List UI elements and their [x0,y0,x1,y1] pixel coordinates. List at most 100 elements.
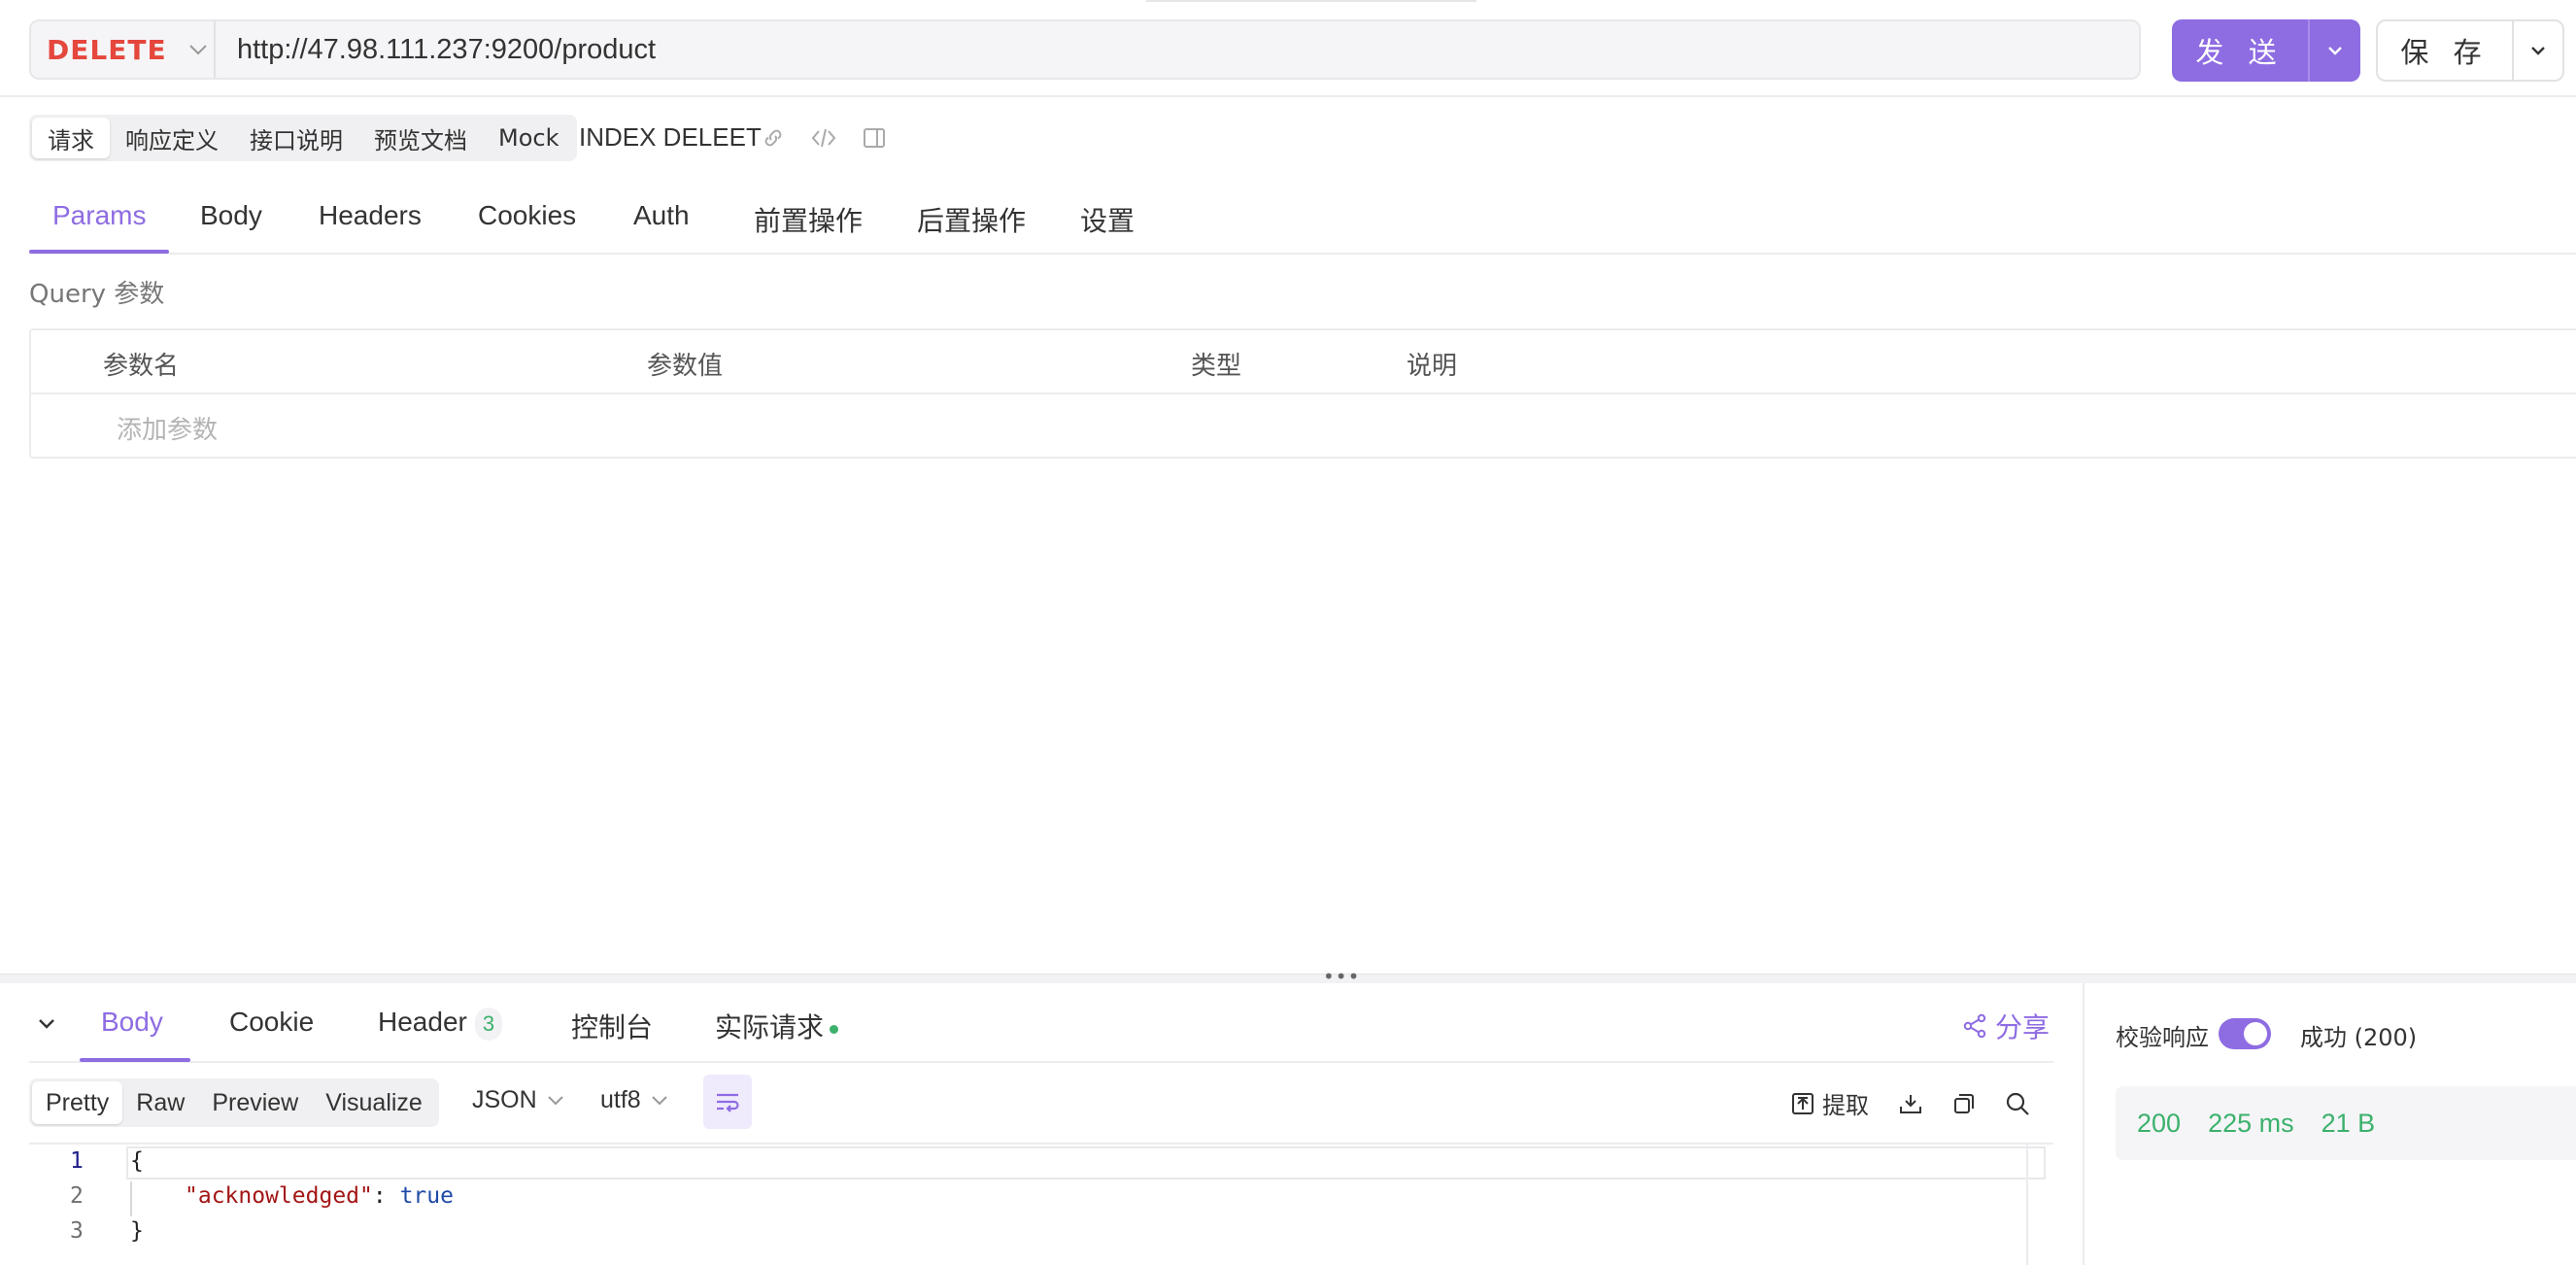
search-icon [2006,1092,2029,1115]
link-icon[interactable] [760,124,787,152]
response-tools: 提取 [1791,1086,2059,1120]
column-param-name: 参数名 [103,352,180,381]
response-time: 225 ms [2208,1108,2294,1138]
view-tab-visualize[interactable]: Visualize [312,1081,436,1124]
table-header: 参数名 参数值 类型 说明 [31,330,2576,394]
copy-icon [1954,1093,1974,1113]
search-button[interactable] [2005,1091,2030,1116]
response-tab-body[interactable]: Body [101,1007,163,1038]
json-value: true [399,1183,454,1209]
api-actions [760,124,888,152]
response-tabs: Body Cookie Header 3 控制台 实际请求 分享 [29,987,2053,1063]
response-tab-cookie[interactable]: Cookie [229,1007,314,1038]
response-tab-header-label: Header [378,1007,467,1037]
line-number: 3 [70,1218,84,1244]
query-section-title: Query 参数 [29,280,165,309]
status-code: 200 [2137,1108,2182,1138]
response-tab-actual-request-label: 实际请求 [715,1012,825,1043]
indent-guide [130,1181,132,1216]
view-mode-tabs: Pretty Raw Preview Visualize [29,1078,439,1127]
current-line-highlight [126,1146,2046,1180]
tab-settings[interactable]: 设置 [1080,200,1135,239]
share-button[interactable]: 分享 [1962,1007,2050,1045]
encoding-value: utf8 [600,1086,641,1113]
mode-tab-response-definition[interactable]: 响应定义 [110,118,234,158]
chevron-down-icon [2531,47,2545,55]
line-number: 1 [70,1148,84,1174]
url-input[interactable] [216,21,2139,78]
code-line: { [130,1148,144,1174]
view-tab-preview[interactable]: Preview [198,1081,312,1124]
column-param-value: 参数值 [647,352,724,381]
json-key: "acknowledged" [185,1183,373,1209]
response-meta-panel: 校验响应 成功 (200) 200 225 ms 21 B [2083,983,2576,1265]
active-tab-indicator [80,1058,190,1062]
mode-tab-preview-docs[interactable]: 预览文档 [358,118,483,158]
response-size: 21 B [2321,1108,2376,1138]
response-tab-header[interactable]: Header 3 [378,1007,503,1041]
view-tab-raw[interactable]: Raw [122,1081,198,1124]
window-divider [1146,0,1476,2]
extract-button[interactable]: 提取 [1791,1086,1869,1120]
code-icon[interactable] [810,124,837,152]
save-dropdown[interactable] [2512,21,2562,80]
request-tabs: Params Body Headers Cookies Auth 前置操作 后置… [29,181,2576,255]
extract-icon [1792,1092,1813,1114]
request-bar: DELETE 发 送 保 存 [0,0,2576,97]
download-icon [1900,1094,1921,1113]
send-button[interactable]: 发 送 [2172,19,2308,82]
tab-post-request[interactable]: 后置操作 [917,200,1026,239]
chevron-down-icon [2328,47,2342,55]
header-count-badge: 3 [474,1007,503,1041]
response-body-editor[interactable]: 1 2 3 { "acknowledged": true } [29,1143,2053,1265]
tab-body[interactable]: Body [200,200,262,231]
side-panel-icon[interactable] [861,124,888,152]
json-separator: : [372,1183,400,1209]
save-button[interactable]: 保 存 [2378,21,2512,80]
add-param-input[interactable]: 添加参数 [117,410,218,446]
response-stats: 200 225 ms 21 B [2116,1086,2576,1160]
tab-cookies[interactable]: Cookies [478,200,576,231]
download-button[interactable] [1898,1092,1923,1115]
mode-tab-mock[interactable]: Mock [483,118,574,158]
tab-params[interactable]: Params [52,200,146,231]
chevron-down-icon [651,1095,667,1105]
view-tab-pretty[interactable]: Pretty [32,1081,123,1124]
code-line: "acknowledged": true [185,1183,454,1209]
pane-splitter[interactable] [0,974,2576,983]
save-button-group: 保 存 [2376,19,2564,82]
response-tab-actual-request[interactable]: 实际请求 [715,1007,839,1045]
verify-status[interactable]: 成功 (200) [2300,1018,2417,1052]
format-value: JSON [472,1086,537,1113]
query-params-table: 参数名 参数值 类型 说明 添加参数 [29,328,2576,459]
drag-handle-icon[interactable]: ••• [1323,967,1360,986]
format-select[interactable]: JSON [472,1086,564,1114]
wrap-lines-icon [717,1093,739,1112]
url-bar: DELETE [29,19,2141,80]
chevron-down-icon [547,1095,563,1105]
method-select[interactable]: DELETE [31,21,216,78]
mode-tab-api-description[interactable]: 接口说明 [234,118,358,158]
send-button-group: 发 送 [2172,19,2360,82]
response-tab-console[interactable]: 控制台 [571,1007,653,1045]
copy-button[interactable] [1952,1092,1976,1115]
editor-scrollbar[interactable] [2026,1145,2053,1265]
send-dropdown[interactable] [2308,19,2360,82]
share-icon [1963,1013,1986,1039]
code-line: } [130,1218,144,1244]
encoding-select[interactable]: utf8 [600,1086,668,1114]
share-label: 分享 [1995,1011,2051,1043]
tab-pre-request[interactable]: 前置操作 [754,200,863,239]
mode-tabs: 请求 响应定义 接口说明 预览文档 Mock [29,115,578,161]
status-dot [830,1025,839,1035]
api-name[interactable]: INDEX DELEET [579,122,762,153]
column-description: 说明 [1407,352,1458,381]
tab-headers[interactable]: Headers [319,200,422,231]
verify-response-label: 校验响应 [2116,1024,2209,1051]
tab-auth[interactable]: Auth [633,200,690,231]
collapse-icon[interactable] [29,1007,64,1042]
verify-response-toggle[interactable] [2219,1018,2271,1049]
extract-label: 提取 [1822,1092,1869,1119]
mode-tab-request[interactable]: 请求 [32,118,110,158]
word-wrap-button[interactable] [703,1075,752,1129]
